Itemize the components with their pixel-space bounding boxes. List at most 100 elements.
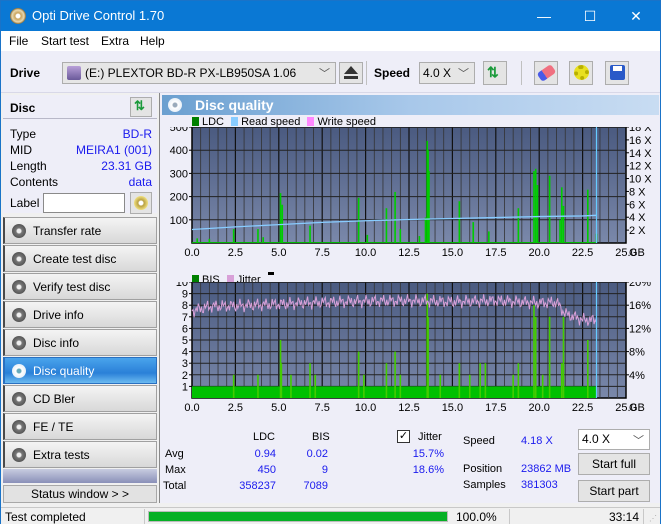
nav-label: CD Bler — [33, 392, 76, 406]
legend-marker — [267, 272, 274, 275]
verify-disc-icon — [12, 280, 26, 294]
ldc-bar — [208, 238, 211, 243]
maximize-button[interactable]: ☐ — [567, 1, 613, 31]
menu-start-test[interactable]: Start test — [41, 34, 89, 48]
ldc-bar — [394, 191, 396, 243]
y2-tick-label: 12% — [629, 323, 651, 335]
nav-disc-info[interactable]: Disc info — [3, 329, 157, 356]
max-ldc: 450 — [257, 464, 276, 476]
samples-label: Samples — [463, 479, 506, 491]
samples-value: 381303 — [521, 479, 558, 491]
nav-fe-te[interactable]: FE / TE — [3, 413, 157, 440]
bis-bar — [257, 374, 259, 398]
nav-drive-info[interactable]: Drive info — [3, 301, 157, 328]
y2-tick-label: 14 X — [629, 148, 652, 160]
row-max-label: Max — [165, 464, 186, 476]
y2-tick-label: 20% — [629, 282, 651, 289]
ldc-bar — [548, 175, 551, 243]
nav-cd-bler[interactable]: CD Bler — [3, 385, 157, 412]
x-tick-label: 22.5 — [572, 247, 593, 259]
menu-file[interactable]: File — [9, 34, 28, 48]
x-tick-label: 20.0 — [528, 402, 549, 414]
status-window-button[interactable]: Status window > > — [3, 485, 157, 503]
bis-bar — [309, 363, 311, 398]
bis-bar — [517, 363, 520, 398]
config-icon — [574, 65, 589, 80]
bis-bar — [439, 374, 442, 398]
x-tick-label: 22.5 — [572, 402, 593, 414]
y2-tick-label: 4% — [629, 370, 645, 382]
y-tick-label: 7 — [182, 312, 188, 324]
y-tick-label: 10 — [176, 282, 188, 289]
y2-tick-label: 8% — [629, 347, 645, 359]
ldc-chart: 1002003004005002 X4 X6 X8 X10 X12 X14 X1… — [170, 127, 652, 259]
menu-extra[interactable]: Extra — [101, 34, 129, 48]
nav-extra-tests[interactable]: Extra tests — [3, 441, 157, 468]
refresh-speed-button[interactable]: ⇅ — [483, 61, 507, 85]
ldc-bar — [536, 185, 539, 243]
bis-bar — [385, 363, 388, 398]
sidebar: Disc ⇅ Type BD-R MID MEIRA1 (001) Length… — [1, 93, 159, 503]
jitter-checkbox[interactable]: ✓ — [397, 430, 410, 443]
bis-bar — [427, 316, 429, 398]
save-button[interactable] — [605, 61, 629, 85]
settings-button[interactable] — [569, 61, 593, 85]
nav-transfer-rate[interactable]: Transfer rate — [3, 217, 157, 244]
bis-bar — [562, 316, 565, 398]
nav-create-test-disc[interactable]: Create test disc — [3, 245, 157, 272]
x-tick-label: 10.0 — [355, 247, 376, 259]
nav-label: Verify test disc — [33, 280, 111, 294]
status-separator — [643, 509, 644, 524]
x-tick-label: 15.0 — [442, 247, 463, 259]
disc-label-input[interactable] — [43, 193, 125, 213]
erase-button[interactable] — [534, 61, 558, 85]
resize-grip-icon[interactable]: ⋰ — [649, 514, 657, 523]
bis-bar — [363, 374, 365, 398]
y2-tick-label: 16 X — [629, 135, 652, 147]
avg-ldc: 0.94 — [254, 448, 276, 460]
disc-length-key: Length — [10, 159, 47, 173]
y-tick-label: 400 — [170, 145, 188, 157]
disc-refresh-button[interactable]: ⇅ — [130, 97, 152, 117]
bis-bar — [280, 363, 283, 398]
disc-label-button[interactable] — [130, 192, 152, 214]
status-separator — [509, 509, 510, 524]
x-tick-label: 20.0 — [528, 247, 549, 259]
ldc-bar — [562, 205, 565, 243]
drive-select[interactable]: (E:) PLEXTOR BD-R PX-LB950SA 1.06 ﹀ — [62, 62, 336, 84]
title-bar: Opti Drive Control 1.70 — ☐ ✕ — [1, 1, 660, 31]
nav-label: Extra tests — [33, 448, 90, 462]
total-bis: 7089 — [303, 480, 328, 492]
start-part-button[interactable]: Start part — [578, 480, 650, 502]
x-tick-label: 17.5 — [485, 402, 506, 414]
y2-tick-label: 10 X — [629, 174, 652, 186]
bis-bar — [479, 363, 481, 398]
bis-bar — [534, 316, 537, 398]
drive-label: Drive — [10, 66, 41, 80]
start-full-button[interactable]: Start full — [578, 453, 650, 475]
bis-bar — [548, 316, 551, 398]
eject-button[interactable] — [339, 62, 363, 84]
y-tick-label: 4 — [182, 347, 188, 359]
max-jitter: 18.6% — [412, 464, 444, 476]
test-speed-select[interactable]: 4.0 X ﹀ — [578, 429, 650, 450]
y2-tick-label: 2 X — [629, 225, 646, 237]
extra-tests-icon — [12, 448, 26, 462]
fe-te-icon — [12, 420, 26, 434]
y2-tick-label: 8 X — [629, 186, 646, 198]
bis-bar — [587, 340, 589, 398]
y-tick-label: 300 — [170, 168, 188, 180]
close-button[interactable]: ✕ — [613, 1, 659, 31]
minimize-button[interactable]: — — [521, 1, 567, 31]
speed-select[interactable]: 4.0 X ﹀ — [419, 62, 475, 84]
nav-disc-quality[interactable]: Disc quality — [3, 357, 157, 384]
disc-label-key: Label — [10, 196, 40, 210]
y2-tick-label: 16% — [629, 300, 651, 312]
ldc-swatch — [192, 117, 199, 126]
disc-icon — [134, 196, 148, 210]
nav-verify-test-disc[interactable]: Verify test disc — [3, 273, 157, 300]
ldc-bar — [399, 229, 402, 243]
menu-help[interactable]: Help — [140, 34, 165, 48]
y-tick-label: 1 — [182, 381, 188, 393]
progress-bar — [148, 511, 448, 522]
